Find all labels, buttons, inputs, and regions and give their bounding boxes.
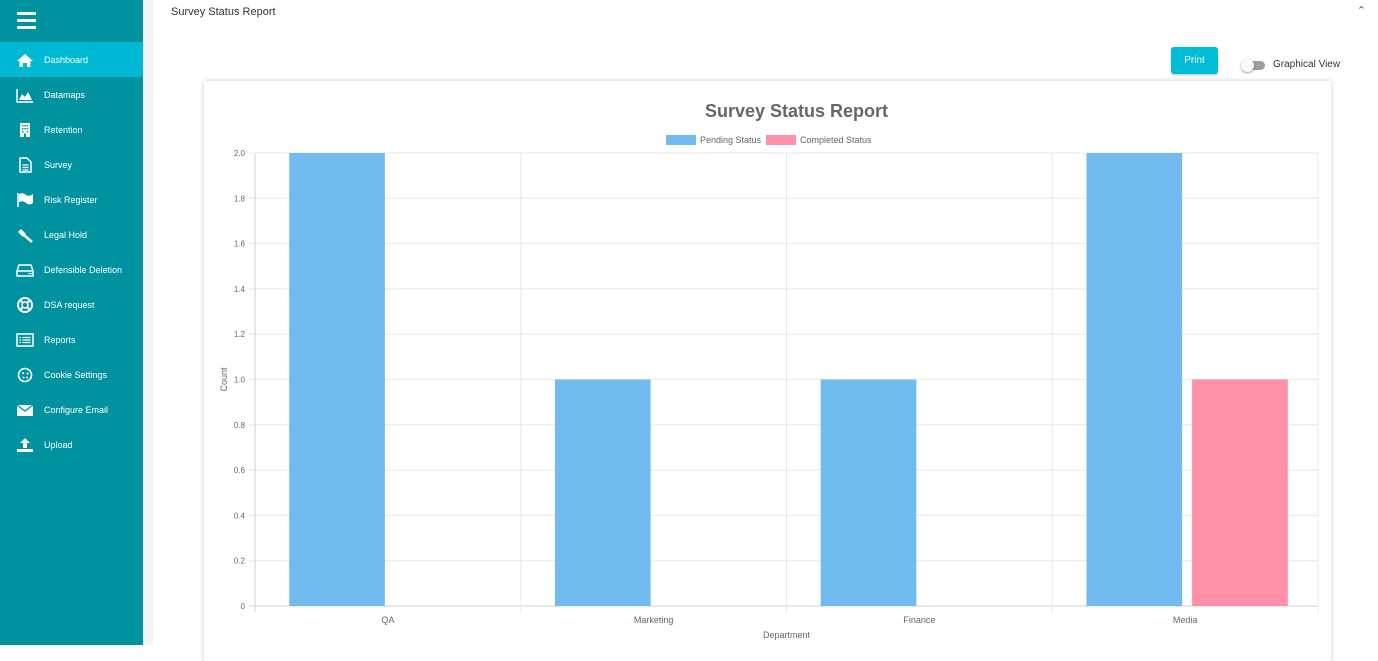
y-tick-label: 1.2 [234,330,246,339]
sidebar-item-label: Cookie Settings [44,369,108,380]
y-tick-label: 1.8 [234,194,246,203]
sidebar-item-label: Defensible Deletion [44,264,123,275]
x-tick-label: Finance [903,615,935,625]
sidebar-item-label: Survey [44,159,73,170]
sidebar-item-risk-register[interactable]: Risk Register [0,182,143,217]
x-tick-label: Marketing [634,615,674,625]
bar-chart: Survey Status Report Pending Status Comple… [219,101,1319,640]
bar-pending-status [289,153,385,606]
legend-swatch-1 [766,135,796,145]
y-tick-label: 1.0 [234,376,246,385]
menu-toggle-icon[interactable] [17,12,36,29]
y-tick-label: 0.8 [234,421,246,430]
y-tick-label: 0.4 [234,511,246,520]
gavel-icon [16,227,34,243]
sidebar-item-legal-hold[interactable]: Legal Hold [0,217,143,252]
sidebar-item-defensible-deletion[interactable]: Defensible Deletion [0,252,143,287]
hdd-icon [16,262,34,278]
sidebar-item-datamaps[interactable]: Datamaps [0,77,143,112]
envelope-icon [16,402,34,418]
bar-pending-status [820,379,917,606]
bar-completed-status [1192,379,1288,606]
y-tick-label: 1.4 [234,285,246,294]
sidebar-nav: Dashboard Datamaps Retention Survey Risk Reg… [0,42,143,462]
sidebar-item-label: Dashboard [44,54,89,65]
flag-icon [16,192,34,208]
sidebar-item-configure-email[interactable]: Configure Email [0,392,143,427]
sidebar-item-label: Retention [44,124,83,135]
sidebar-item-retention[interactable]: Retention [0,112,143,147]
graphical-view-label: Graphical View [1273,59,1341,70]
x-axis-label: Department [763,630,811,640]
life-ring-icon [16,296,34,313]
x-tick-label: QA [381,615,394,625]
sidebar-item-dsa-request[interactable]: DSA request [0,287,143,322]
upload-icon [16,437,34,453]
main-content: Survey Status Report ⌃ Print Graphical V… [143,0,1378,661]
legend-label-1: Completed Status [800,135,872,145]
home-icon [16,52,34,68]
sidebar-item-label: DSA request [44,299,95,310]
sidebar-item-label: Datamaps [44,89,86,100]
chart-title: Survey Status Report [705,101,888,121]
building-icon [16,122,34,138]
bar-pending-status [1086,153,1183,606]
sidebar-item-survey[interactable]: Survey [0,147,143,182]
area-chart-icon [16,87,34,103]
y-tick-label: 0.2 [234,557,246,566]
legend-label-0: Pending Status [700,135,762,145]
legend-swatch-0 [666,135,696,145]
x-tick-label: Media [1173,615,1198,625]
sidebar-item-upload[interactable]: Upload [0,427,143,462]
section-title: Survey Status Report [171,6,276,18]
sidebar-item-label: Risk Register [44,194,98,205]
chart-card: Survey Status Report Pending Status Comple… [204,81,1331,661]
document-icon [16,156,34,173]
collapse-chevron-up-icon[interactable]: ⌃ [1357,4,1366,17]
graphical-view-toggle[interactable] [1241,59,1267,72]
sidebar: Dashboard Datamaps Retention Survey Risk Reg… [0,0,143,645]
y-tick-label: 2.0 [234,149,246,158]
sidebar-item-cookie-settings[interactable]: Cookie Settings [0,357,143,392]
print-button[interactable]: Print [1171,47,1218,74]
sidebar-item-reports[interactable]: Reports [0,322,143,357]
y-tick-label: 0.6 [234,466,246,475]
sidebar-item-label: Legal Hold [44,229,88,240]
cookie-icon [16,367,34,383]
bar-pending-status [554,379,651,606]
sidebar-item-label: Upload [44,439,73,450]
sidebar-item-label: Configure Email [44,404,109,415]
y-tick-label: 1.6 [234,240,246,249]
toggle-knob [1241,59,1254,72]
y-axis-label: Count [219,367,229,392]
sidebar-item-label: Reports [44,334,76,345]
sidebar-item-dashboard[interactable]: Dashboard [0,42,143,77]
y-tick-label: 0 [241,602,246,611]
list-icon [16,332,34,348]
